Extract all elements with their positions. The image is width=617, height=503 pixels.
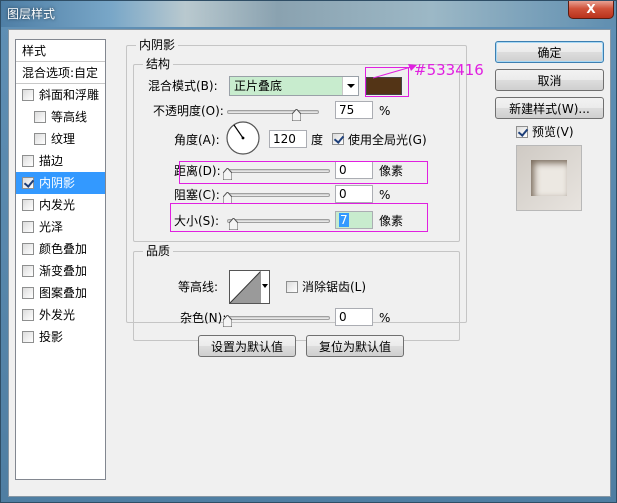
style-item[interactable]: 图案叠加 — [16, 282, 105, 304]
style-preview — [516, 145, 582, 211]
opacity-label: 不透明度(O): — [153, 104, 224, 118]
style-item-checkbox[interactable] — [22, 243, 34, 255]
style-item[interactable]: 投影 — [16, 326, 105, 348]
style-item-checkbox[interactable] — [22, 155, 34, 167]
style-item-label: 纹理 — [51, 132, 76, 146]
style-item[interactable]: 光泽 — [16, 216, 105, 238]
angle-dial[interactable] — [225, 120, 261, 156]
distance-annotation-box — [179, 161, 428, 184]
opacity-slider[interactable] — [227, 110, 319, 114]
styles-list-header[interactable]: 样式 — [16, 40, 105, 62]
blend-options-label: 混合选项:自定 — [22, 66, 99, 80]
style-item[interactable]: 内阴影 — [16, 172, 105, 194]
quality-group: 品质 等高线: 消除锯齿(L) 杂色(N): 0 % — [133, 244, 460, 341]
style-item-checkbox[interactable] — [34, 133, 46, 145]
style-item-label: 外发光 — [39, 308, 76, 322]
style-item-label: 光泽 — [39, 220, 64, 234]
blend-options-item[interactable]: 混合选项:自定 — [16, 62, 105, 84]
style-item-label: 渐变叠加 — [39, 264, 88, 278]
contour-preview-icon — [230, 271, 261, 303]
style-item[interactable]: 斜面和浮雕 — [16, 84, 105, 106]
anti-alias-checkbox[interactable] — [286, 281, 298, 293]
style-item-checkbox[interactable] — [34, 111, 46, 123]
anti-alias-label: 消除锯齿(L) — [302, 280, 367, 294]
blend-mode-label: 混合模式(B): — [148, 79, 218, 93]
style-item-label: 投影 — [39, 330, 64, 344]
structure-group-title: 结构 — [143, 57, 174, 71]
layer-style-dialog: 图层样式 X 样式 混合选项:自定 斜面和浮雕 等高线 纹理 描边 内阴影 内发光 光泽 颜色… — [0, 0, 617, 503]
style-item-label: 斜面和浮雕 — [39, 88, 100, 102]
contour-dropdown[interactable] — [260, 271, 269, 303]
chevron-down-icon — [342, 77, 358, 95]
style-item[interactable]: 渐变叠加 — [16, 260, 105, 282]
opacity-unit: % — [379, 104, 391, 118]
style-item-label: 描边 — [39, 154, 64, 168]
preview-checkbox[interactable] — [516, 126, 528, 138]
close-button[interactable]: X — [568, 1, 614, 19]
style-item[interactable]: 等高线 — [16, 106, 105, 128]
size-annotation-box — [170, 203, 428, 232]
contour-label: 等高线: — [178, 280, 219, 294]
style-item-label: 内阴影 — [39, 176, 76, 190]
opacity-input[interactable]: 75 — [335, 101, 373, 119]
noise-slider-thumb[interactable] — [223, 315, 232, 327]
choke-unit: % — [379, 188, 391, 202]
noise-unit: % — [379, 311, 391, 325]
style-item-checkbox[interactable] — [22, 309, 34, 321]
inner-shadow-group-title: 内阴影 — [136, 38, 179, 52]
style-item-checkbox[interactable] — [22, 89, 34, 101]
quality-group-title: 品质 — [143, 244, 174, 258]
styles-header-label: 样式 — [22, 44, 47, 58]
style-item-label: 图案叠加 — [39, 286, 88, 300]
style-item[interactable]: 内发光 — [16, 194, 105, 216]
style-item-checkbox[interactable] — [22, 265, 34, 277]
choke-label: 阻塞(C): — [174, 188, 220, 202]
noise-input[interactable]: 0 — [335, 308, 373, 326]
angle-label: 角度(A): — [174, 133, 220, 147]
reset-default-button[interactable]: 复位为默认值 — [306, 335, 404, 357]
window-title: 图层样式 — [7, 7, 56, 21]
style-item[interactable]: 外发光 — [16, 304, 105, 326]
choke-input[interactable]: 0 — [335, 185, 373, 203]
color-annotation-text: #533416 — [414, 61, 484, 79]
style-item-checkbox[interactable] — [22, 177, 34, 189]
preview-label: 预览(V) — [532, 125, 574, 139]
use-global-light-checkbox[interactable] — [332, 133, 344, 145]
style-item-checkbox[interactable] — [22, 287, 34, 299]
angle-unit: 度 — [311, 133, 324, 147]
blend-mode-select[interactable]: 正片叠底 — [229, 76, 359, 96]
contour-picker[interactable] — [229, 270, 270, 304]
noise-label: 杂色(N): — [180, 311, 227, 325]
style-item-checkbox[interactable] — [22, 331, 34, 343]
style-item[interactable]: 纹理 — [16, 128, 105, 150]
ok-button[interactable]: 确定 — [495, 41, 604, 63]
style-item-label: 颜色叠加 — [39, 242, 88, 256]
style-preview-swatch — [531, 160, 567, 196]
inner-shadow-group: 内阴影 结构 混合模式(B): 正片叠底 不透明度(O): 75 % 角度(A)… — [126, 38, 467, 341]
style-item-checkbox[interactable] — [22, 221, 34, 233]
use-global-light-label: 使用全局光(G) — [348, 133, 427, 147]
cancel-button[interactable]: 取消 — [495, 69, 604, 91]
dialog-client-area: 样式 混合选项:自定 斜面和浮雕 等高线 纹理 描边 内阴影 内发光 光泽 颜色叠加 渐变叠加图… — [8, 29, 611, 497]
style-item-label: 内发光 — [39, 198, 76, 212]
styles-list: 样式 混合选项:自定 斜面和浮雕等高线纹理描边内阴影内发光光泽颜色叠加渐变叠加图… — [15, 39, 106, 480]
make-default-button[interactable]: 设置为默认值 — [198, 335, 296, 357]
noise-slider[interactable] — [227, 316, 330, 320]
style-item[interactable]: 颜色叠加 — [16, 238, 105, 260]
style-item[interactable]: 描边 — [16, 150, 105, 172]
new-style-button[interactable]: 新建样式(W)... — [495, 97, 604, 119]
blend-mode-value: 正片叠底 — [234, 79, 283, 93]
chevron-down-icon — [262, 284, 268, 288]
opacity-slider-thumb[interactable] — [292, 109, 301, 121]
style-item-checkbox[interactable] — [22, 199, 34, 211]
style-item-label: 等高线 — [51, 110, 88, 124]
title-bar[interactable]: 图层样式 X — [1, 1, 616, 27]
angle-input[interactable]: 120 — [269, 130, 307, 148]
choke-slider[interactable] — [227, 193, 330, 197]
